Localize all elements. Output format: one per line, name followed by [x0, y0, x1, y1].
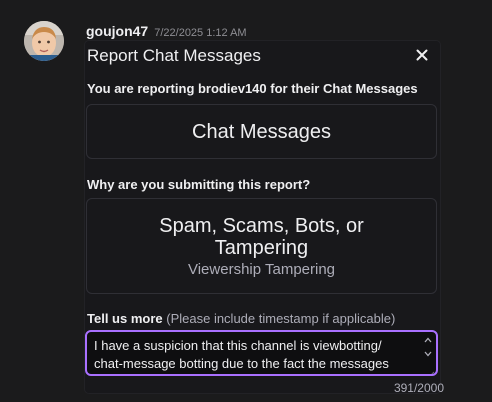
close-icon: [416, 49, 428, 61]
why-label: Why are you submitting this report?: [87, 177, 311, 192]
character-counter: 391/2000: [393, 381, 444, 395]
details-textarea[interactable]: I have a suspicion that this channel is …: [85, 330, 438, 376]
message-header: goujon47 7/22/2025 1:12 AM: [86, 23, 247, 41]
tell-more-title: Tell us more: [87, 311, 163, 326]
avatar[interactable]: [24, 21, 64, 61]
chevron-down-icon: [424, 351, 432, 357]
reason-option[interactable]: Spam, Scams, Bots, or Tampering Viewersh…: [86, 198, 437, 294]
category-option[interactable]: Chat Messages: [86, 104, 437, 159]
close-button[interactable]: [412, 45, 432, 65]
avatar-image: [24, 21, 64, 61]
username[interactable]: goujon47: [86, 23, 148, 39]
scroll-down-button[interactable]: [423, 349, 433, 359]
resize-grip-icon: [431, 371, 435, 374]
tell-more-label: Tell us more (Please include timestamp i…: [87, 311, 395, 326]
message-timestamp: 7/22/2025 1:12 AM: [154, 27, 247, 39]
chat-view: goujon47 7/22/2025 1:12 AM Report Chat M…: [0, 0, 492, 402]
tell-more-hint: (Please include timestamp if applicable): [166, 311, 396, 326]
chevron-up-icon: [424, 337, 432, 343]
reason-main: Spam, Scams, Bots, or Tampering: [159, 214, 364, 259]
category-value: Chat Messages: [192, 120, 331, 143]
details-text: I have a suspicion that this channel is …: [94, 338, 389, 371]
scroll-up-button[interactable]: [423, 335, 433, 345]
report-card: Report Chat Messages You are reporting b…: [85, 41, 444, 395]
reason-sub: Viewership Tampering: [187, 260, 336, 278]
resize-handle[interactable]: [427, 365, 435, 374]
report-title: Report Chat Messages: [87, 46, 261, 65]
reporting-label: You are reporting brodiev140 for their C…: [87, 81, 418, 96]
